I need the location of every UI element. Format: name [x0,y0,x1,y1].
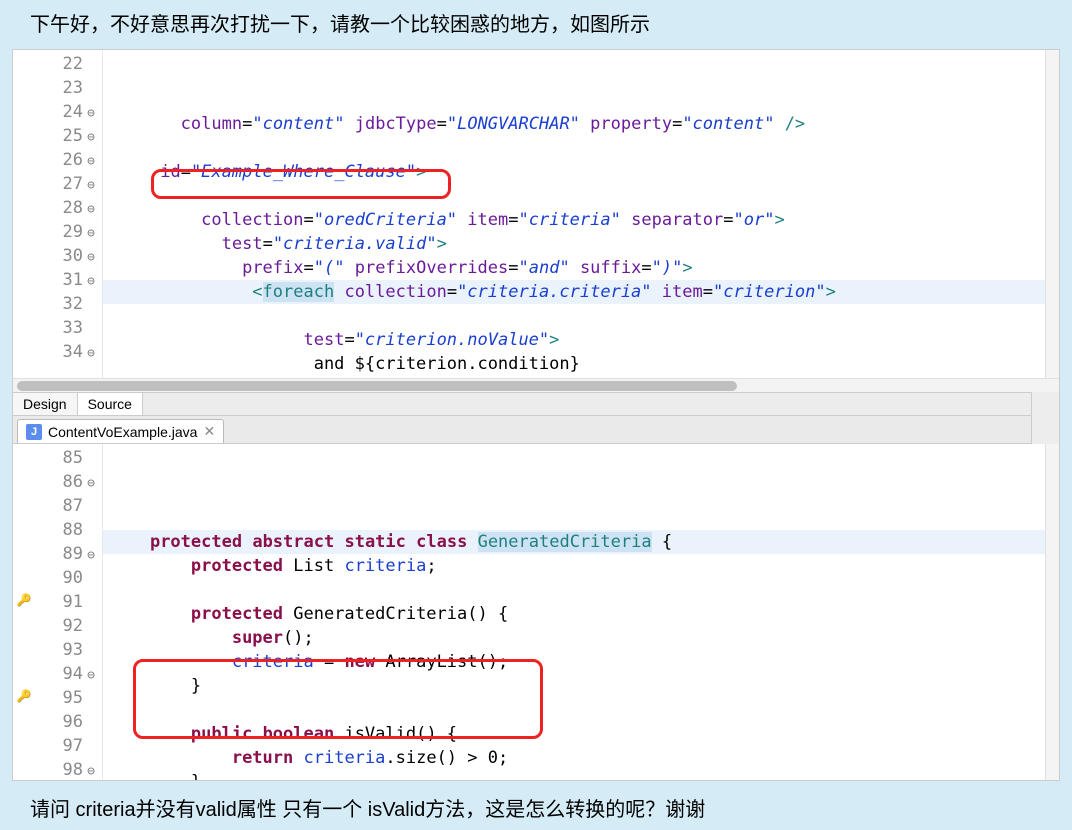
java-left-margin: 🔑🔑 [13,444,35,780]
line-number: 91 [35,590,102,614]
line-number: 30⊖ [35,244,102,268]
line-number: 95 [35,686,102,710]
code-line[interactable]: protected abstract static class Generate… [103,530,1045,554]
gutter-mark-icon [13,266,35,290]
code-line[interactable]: collection="oredCriteria" item="criteria… [103,208,1045,232]
code-line[interactable]: } [103,770,1045,780]
line-number: 33 [35,316,102,340]
line-number: 22 [35,52,102,76]
code-line[interactable]: criteria = new ArrayList(); [103,650,1045,674]
gutter-mark-icon [13,122,35,146]
gutter-mark-icon [13,636,35,660]
code-line[interactable]: column="content" jdbcType="LONGVARCHAR" … [103,112,1045,136]
code-line[interactable] [103,506,1045,530]
code-line[interactable]: and ${criterion.condition} [103,352,1045,376]
gutter-mark-icon [13,314,35,338]
file-tab-bar: J ContentVoExample.java ✕ [13,416,1059,444]
gutter-mark-icon [13,146,35,170]
line-number: 32 [35,292,102,316]
code-line[interactable]: test="criteria.valid"> [103,232,1045,256]
xml-line-gutter: 222324⊖25⊖26⊖27⊖28⊖29⊖30⊖31⊖323334⊖ [35,50,103,378]
xml-marker-bar [1045,50,1059,378]
gutter-mark-icon [13,338,35,362]
gutter-mark-icon [13,492,35,516]
xml-editor-pane[interactable]: 222324⊖25⊖26⊖27⊖28⊖29⊖30⊖31⊖323334⊖ colu… [13,50,1059,378]
java-marker-bar [1045,444,1059,780]
code-line[interactable]: } [103,674,1045,698]
code-line[interactable]: <foreach collection="criteria.criteria" … [103,280,1045,304]
code-line[interactable] [103,698,1045,722]
line-number: 34⊖ [35,340,102,364]
tab-design[interactable]: Design [13,393,78,415]
line-number: 94⊖ [35,662,102,686]
java-editor-pane[interactable]: 🔑🔑 8586⊖878889⊖9091929394⊖95969798⊖ prot… [13,444,1059,780]
code-line[interactable]: protected GeneratedCriteria() { [103,602,1045,626]
gutter-mark-icon [13,708,35,732]
line-number: 23 [35,76,102,100]
file-tab-contentvoexample[interactable]: J ContentVoExample.java ✕ [17,419,224,443]
code-line[interactable]: test="criterion.noValue"> [103,328,1045,352]
gutter-mark-icon [13,98,35,122]
xml-code-area[interactable]: column="content" jdbcType="LONGVARCHAR" … [103,50,1045,378]
gutter-mark-icon [13,468,35,492]
gutter-mark-icon [13,756,35,780]
code-line[interactable]: protected List criteria; [103,554,1045,578]
line-number: 98⊖ [35,758,102,782]
xml-horizontal-scrollbar[interactable] [13,378,1059,392]
gutter-mark-icon [13,194,35,218]
gutter-mark-icon: 🔑 [13,588,35,612]
line-number: 97 [35,734,102,758]
code-line[interactable] [103,184,1045,208]
gutter-mark-icon [13,170,35,194]
gutter-mark-icon: 🔑 [13,684,35,708]
line-number: 93 [35,638,102,662]
gutter-mark-icon [13,732,35,756]
question-text-top: 下午好，不好意思再次打扰一下，请教一个比较困惑的地方，如图所示 [0,0,1072,45]
tab-source[interactable]: Source [78,393,143,415]
code-line[interactable] [103,304,1045,328]
line-number: 85 [35,446,102,470]
gutter-mark-icon [13,444,35,468]
line-number: 87 [35,494,102,518]
line-number: 96 [35,710,102,734]
code-line[interactable]: public boolean isValid() { [103,722,1045,746]
code-line[interactable]: prefix="(" prefixOverrides="and" suffix=… [103,256,1045,280]
code-line[interactable]: super(); [103,626,1045,650]
gutter-mark-icon [13,290,35,314]
line-number: 25⊖ [35,124,102,148]
close-icon[interactable]: ✕ [203,423,215,440]
design-source-tabs: Design Source [13,392,1059,416]
line-number: 88 [35,518,102,542]
line-number: 86⊖ [35,470,102,494]
line-number: 90 [35,566,102,590]
xml-left-margin [13,50,35,378]
code-line[interactable] [103,578,1045,602]
line-number: 24⊖ [35,100,102,124]
java-code-area[interactable]: protected abstract static class Generate… [103,444,1045,780]
gutter-mark-icon [13,50,35,74]
gutter-mark-icon [13,540,35,564]
java-line-gutter: 8586⊖878889⊖9091929394⊖95969798⊖ [35,444,103,780]
code-line[interactable]: return criteria.size() > 0; [103,746,1045,770]
file-tab-label: ContentVoExample.java [48,424,197,440]
ide-frame: 222324⊖25⊖26⊖27⊖28⊖29⊖30⊖31⊖323334⊖ colu… [12,49,1060,781]
gutter-mark-icon [13,516,35,540]
question-text-bottom: 请问 criteria并没有valid属性 只有一个 isValid方法，这是怎… [0,785,1072,830]
line-number: 31⊖ [35,268,102,292]
gutter-mark-icon [13,242,35,266]
code-line[interactable]: id="Example_Where_Clause"> [103,160,1045,184]
gutter-mark-icon [13,564,35,588]
line-number: 28⊖ [35,196,102,220]
gutter-mark-icon [13,612,35,636]
line-number: 26⊖ [35,148,102,172]
gutter-mark-icon [13,74,35,98]
line-number: 89⊖ [35,542,102,566]
java-file-icon: J [26,424,42,440]
gutter-mark-icon [13,660,35,684]
gutter-mark-icon [13,218,35,242]
line-number: 27⊖ [35,172,102,196]
line-number: 29⊖ [35,220,102,244]
line-number: 92 [35,614,102,638]
code-line[interactable] [103,136,1045,160]
